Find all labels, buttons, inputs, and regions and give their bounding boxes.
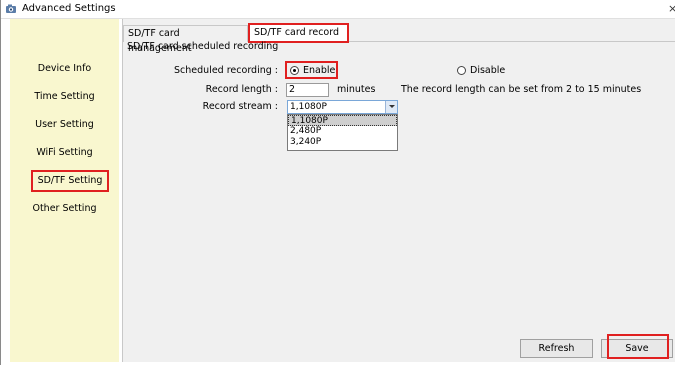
record-stream-dropdown: 1,1080P 2,480P 3,240P [287, 114, 398, 151]
record-length-label: Record length : [205, 84, 278, 95]
group-title: SD/TF card scheduled recording [127, 41, 279, 52]
tab-sdtf-card-record[interactable]: SD/TF card record [248, 23, 349, 43]
sidebar-item-user-setting[interactable]: User Setting [10, 115, 119, 135]
disable-radio-label[interactable]: Disable [470, 65, 505, 76]
record-length-unit: minutes [337, 84, 376, 95]
title-bar: Advanced Settings × [1, 0, 675, 19]
sidebar-item-wifi-setting[interactable]: WiFi Setting [10, 143, 119, 163]
window-title: Advanced Settings [22, 3, 116, 14]
settings-content-panel: SD/TF card management SD/TF card record … [122, 19, 675, 362]
save-highlight-box [607, 334, 669, 359]
tab-sdtf-card-management[interactable]: SD/TF card management [123, 25, 248, 54]
sidebar-item-other-setting[interactable]: Other Setting [10, 199, 119, 219]
record-length-input[interactable]: 2 [286, 83, 329, 97]
sidebar-item-device-info[interactable]: Device Info [10, 59, 119, 79]
advanced-settings-window: Advanced Settings × Device Info Time Set… [0, 0, 675, 365]
chevron-down-icon[interactable] [385, 101, 397, 113]
enable-radio[interactable] [290, 66, 299, 75]
record-length-hint: The record length can be set from 2 to 1… [401, 84, 642, 95]
sidebar-item-time-setting[interactable]: Time Setting [10, 87, 119, 107]
refresh-button[interactable]: Refresh [520, 339, 593, 358]
stream-option-480p[interactable]: 2,480P [288, 126, 397, 137]
disable-radio[interactable] [457, 66, 466, 75]
enable-radio-label[interactable]: Enable [303, 65, 335, 76]
sidebar-item-sdtf-setting[interactable]: SD/TF Setting [31, 170, 109, 192]
stream-option-1080p[interactable]: 1,1080P [288, 115, 397, 126]
scheduled-recording-label: Scheduled recording : [174, 65, 278, 76]
settings-sidebar: Device Info Time Setting User Setting Wi… [10, 19, 119, 362]
tab-bar: SD/TF card management SD/TF card record [123, 23, 675, 54]
close-icon[interactable]: × [668, 2, 675, 16]
record-stream-label: Record stream : [202, 101, 278, 112]
record-stream-select[interactable]: 1,1080P [287, 100, 398, 114]
stream-option-240p[interactable]: 3,240P [288, 137, 397, 148]
app-icon [6, 4, 16, 13]
record-stream-selected-value: 1,1080P [290, 102, 327, 112]
